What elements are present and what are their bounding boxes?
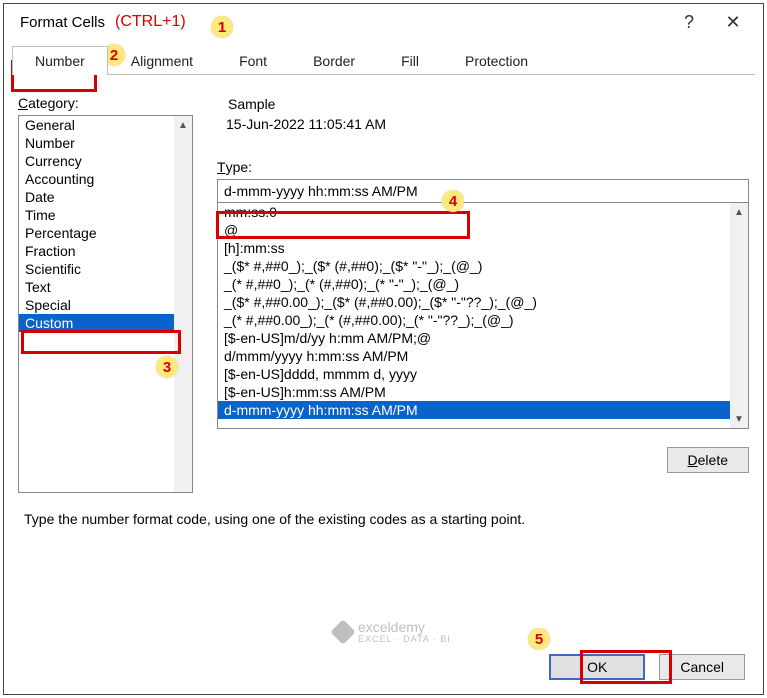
type-item[interactable]: [$-en-US]h:mm:ss AM/PM [218,383,748,401]
type-item[interactable]: mm:ss.0 [218,203,748,221]
tab-protection[interactable]: Protection [442,46,551,75]
scroll-up-icon[interactable]: ▲ [730,203,748,221]
type-item[interactable]: _(* #,##0_);_(* (#,##0);_(* "-"_);_(@_) [218,275,748,293]
type-input[interactable]: d-mmm-yyyy hh:mm:ss AM/PM [217,179,749,203]
type-label: Type: [217,159,749,175]
category-item-scientific[interactable]: Scientific [19,260,192,278]
type-item[interactable]: @ [218,221,748,239]
scroll-down-icon[interactable]: ▼ [730,410,748,428]
type-item[interactable]: [h]:mm:ss [218,239,748,257]
category-list[interactable]: General Number Currency Accounting Date … [18,115,193,493]
dialog-title: Format Cells [20,14,105,31]
category-item-text[interactable]: Text [19,278,192,296]
tab-alignment[interactable]: Alignment [108,46,216,75]
category-item-percentage[interactable]: Percentage [19,224,192,242]
watermark-sub: EXCEL · DATA · BI [358,635,451,644]
type-item[interactable]: _($* #,##0.00_);_($* (#,##0.00);_($* "-"… [218,293,748,311]
cancel-button[interactable]: Cancel [659,654,745,680]
sample-group: Sample 15-Jun-2022 11:05:41 AM [217,95,749,143]
help-icon[interactable]: ? [667,12,711,33]
ok-button[interactable]: OK [549,654,645,680]
type-input-value: d-mmm-yyyy hh:mm:ss AM/PM [224,183,418,199]
category-item-general[interactable]: General [19,116,192,134]
type-list[interactable]: mm:ss.0 @ [h]:mm:ss _($* #,##0_);_($* (#… [217,203,749,429]
delete-button[interactable]: Delete [667,447,749,473]
category-item-custom[interactable]: Custom [19,314,192,332]
category-item-currency[interactable]: Currency [19,152,192,170]
category-item-time[interactable]: Time [19,206,192,224]
category-label: Category: [18,95,193,111]
tab-font[interactable]: Font [216,46,290,75]
watermark-icon [330,619,355,644]
sample-label: Sample [224,96,279,112]
type-item[interactable]: [$-en-US]m/d/yy h:mm AM/PM;@ [218,329,748,347]
category-item-fraction[interactable]: Fraction [19,242,192,260]
type-scrollbar[interactable]: ▲ ▼ [730,203,748,428]
titlebar: Format Cells (CTRL+1) ? ✕ [4,4,763,40]
format-cells-dialog: Format Cells (CTRL+1) ? ✕ Number Alignme… [3,3,764,695]
tab-border[interactable]: Border [290,46,378,75]
watermark: exceldemy EXCEL · DATA · BI [334,619,451,644]
type-item[interactable]: _($* #,##0_);_($* (#,##0);_($* "-"_);_(@… [218,257,748,275]
type-item[interactable]: _(* #,##0.00_);_(* (#,##0.00);_(* "-"??_… [218,311,748,329]
type-item-selected[interactable]: d-mmm-yyyy hh:mm:ss AM/PM [218,401,748,419]
sample-value: 15-Jun-2022 11:05:41 AM [218,112,748,142]
annotation-badge-5: 5 [528,628,550,650]
shortcut-annotation: (CTRL+1) [115,13,186,31]
category-item-accounting[interactable]: Accounting [19,170,192,188]
category-item-number[interactable]: Number [19,134,192,152]
category-item-date[interactable]: Date [19,188,192,206]
type-item[interactable]: d/mmm/yyyy h:mm:ss AM/PM [218,347,748,365]
dialog-footer: OK Cancel [549,654,745,680]
category-scrollbar[interactable]: ▲ [174,116,192,492]
type-item[interactable]: [$-en-US]dddd, mmmm d, yyyy [218,365,748,383]
close-icon[interactable]: ✕ [711,12,755,33]
tab-strip: Number Alignment Font Border Fill Protec… [4,40,763,75]
watermark-main: exceldemy [358,619,425,635]
tab-number[interactable]: Number [12,46,108,75]
scroll-up-icon[interactable]: ▲ [174,116,192,134]
category-item-special[interactable]: Special [19,296,192,314]
description-text: Type the number format code, using one o… [4,503,763,535]
tab-fill[interactable]: Fill [378,46,442,75]
